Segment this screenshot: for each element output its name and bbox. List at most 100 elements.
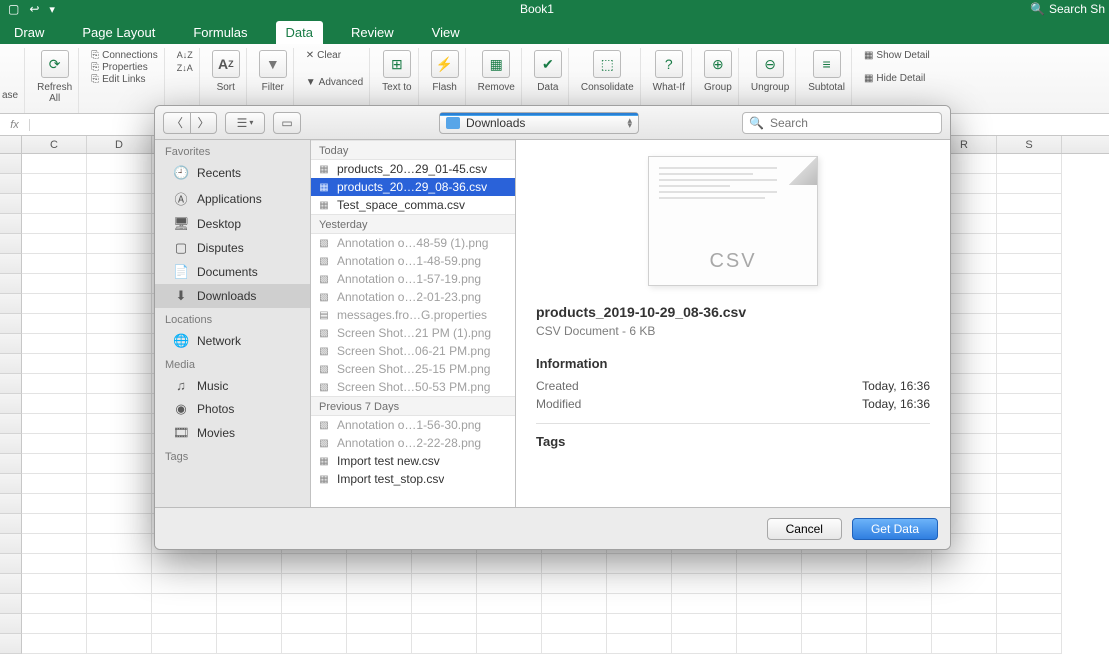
created-value: Today, 16:36 [862,379,930,393]
file-icon: ▧ [317,418,331,432]
file-name: Annotation o…1-56-30.png [337,418,481,432]
file-icon: ▤ [317,308,331,322]
sidebar-section-label: Locations [155,308,310,329]
file-thumbnail: CSV [648,156,818,286]
nav-back-button[interactable]: 〈 [163,112,190,134]
photo-icon: ◉ [173,401,189,417]
sidebar-item-photos[interactable]: ◉ Photos [155,397,310,421]
sidebar-item-recents[interactable]: 🕘Recents [155,161,310,185]
file-item[interactable]: ▦ Import test new.csv [311,452,515,470]
file-name: Annotation o…2-01-23.png [337,290,481,304]
file-item[interactable]: ▧ Screen Shot…06-21 PM.png [311,342,515,360]
file-item[interactable]: ▦ products_20…29_01-45.csv [311,160,515,178]
chevron-right-icon: 〉 [197,114,209,131]
file-item[interactable]: ▧Annotation o…2-01-23.png [311,288,515,306]
sidebar-item-label: Photos [197,402,234,416]
sidebar-item-desktop[interactable]: 🖥Desktop [155,212,310,236]
file-item[interactable]: ▧ Screen Shot…25-15 PM.png [311,360,515,378]
sidebar-item-music[interactable]: ♫Music [155,374,310,397]
dialog-toolbar: 〈 〉 ☰ ▾ ▭ Downloads ▴▾ 🔍 [155,106,950,140]
tags-section-label: Tags [536,423,930,449]
file-icon: ▦ [317,180,331,194]
file-item[interactable]: ▤ messages.fro…G.properties [311,306,515,324]
location-selector[interactable]: Downloads ▴▾ [439,112,639,134]
modified-label: Modified [536,397,581,411]
file-name: products_20…29_08-36.csv [337,180,487,194]
file-name: Import test new.csv [337,454,440,468]
preview-subtitle: CSV Document - 6 KB [536,324,930,338]
file-icon: ▦ [317,472,331,486]
file-item[interactable]: ▧ Annotation o…1-56-30.png [311,416,515,434]
file-icon: ▧ [317,326,331,340]
get-data-button[interactable]: Get Data [852,518,938,540]
finder-sidebar: Favorites🕘Recents Ⓐ Applications 🖥Desktop▢D… [155,140,311,507]
folder-small-icon: ▭ [281,116,292,130]
file-icon: ▧ [317,436,331,450]
sidebar-item-movies[interactable]: 🎞 Movies [155,421,310,445]
sidebar-item-downloads[interactable]: ⬇︎Downloads [155,284,310,308]
sidebar-item-documents[interactable]: 📄 Documents [155,260,310,284]
file-name: Screen Shot…21 PM (1).png [337,326,491,340]
globe-icon: 🌐 [173,333,189,349]
sidebar-item-label: Movies [197,426,235,440]
file-item[interactable]: ▧ Screen Shot…21 PM (1).png [311,324,515,342]
created-label: Created [536,379,579,393]
file-section-label: Today [311,140,515,160]
clock-icon: 🕘 [173,165,189,181]
music-icon: ♫ [173,378,189,393]
movie-icon: 🎞 [173,425,189,441]
file-item[interactable]: ▧Screen Shot…50-53 PM.png [311,378,515,396]
file-name: Annotation o…48-59 (1).png [337,236,488,250]
sidebar-item-label: Applications [197,192,262,206]
file-item[interactable]: ▦Import test_stop.csv [311,470,515,488]
search-box[interactable]: 🔍 [742,112,942,134]
sidebar-item-applications[interactable]: Ⓐ Applications [155,185,310,212]
file-name: messages.fro…G.properties [337,308,487,322]
sidebar-item-network[interactable]: 🌐 Network [155,329,310,353]
preview-filename: products_2019-10-29_08-36.csv [536,304,930,320]
file-item[interactable]: ▦Test_space_comma.csv [311,196,515,214]
nav-forward-button[interactable]: 〉 [190,112,217,134]
sidebar-section-label: Favorites [155,140,310,161]
view-mode-button[interactable]: ☰ ▾ [225,112,265,134]
sidebar-item-disputes[interactable]: ▢Disputes [155,236,310,260]
file-type-label: CSV [649,250,817,273]
file-icon: ▧ [317,380,331,394]
cancel-button[interactable]: Cancel [767,518,842,540]
file-icon: ▧ [317,272,331,286]
file-name: Screen Shot…06-21 PM.png [337,344,490,358]
sidebar-item-label: Documents [197,265,258,279]
sidebar-item-label: Desktop [197,217,241,231]
group-by-button[interactable]: ▭ [273,112,301,134]
modified-value: Today, 16:36 [862,397,930,411]
sidebar-item-label: Disputes [197,241,244,255]
columns-view-icon: ☰ [237,116,248,130]
file-item[interactable]: ▦ products_20…29_08-36.csv [311,178,515,196]
file-icon: ▧ [317,344,331,358]
file-icon: ▧ [317,254,331,268]
file-name: Annotation o…1-57-19.png [337,272,481,286]
chevron-down-icon: ▾ [249,118,253,127]
file-icon: ▦ [317,162,331,176]
file-name: products_20…29_01-45.csv [337,162,487,176]
file-name: Screen Shot…25-15 PM.png [337,362,490,376]
folder-icon [446,117,460,129]
sidebar-item-label: Network [197,334,241,348]
file-item[interactable]: ▧ Annotation o…48-59 (1).png [311,234,515,252]
app-icon: Ⓐ [173,189,189,208]
file-icon: ▧ [317,236,331,250]
file-name: Test_space_comma.csv [337,198,465,212]
search-input[interactable] [770,116,935,130]
file-item[interactable]: ▧ Annotation o…1-57-19.png [311,270,515,288]
sidebar-section-label: Media [155,353,310,374]
file-icon: ▧ [317,362,331,376]
chevron-updown-icon: ▴▾ [627,118,632,128]
file-icon: ▦ [317,454,331,468]
file-item[interactable]: ▧Annotation o…2-22-28.png [311,434,515,452]
sidebar-section-label: Tags [155,445,310,466]
info-section-label: Information [536,356,930,371]
file-list: Today ▦ products_20…29_01-45.csv ▦ products_… [311,140,516,507]
file-item[interactable]: ▧Annotation o…1-48-59.png [311,252,515,270]
sidebar-item-label: Downloads [197,289,256,303]
doc-icon: 📄 [173,264,189,280]
